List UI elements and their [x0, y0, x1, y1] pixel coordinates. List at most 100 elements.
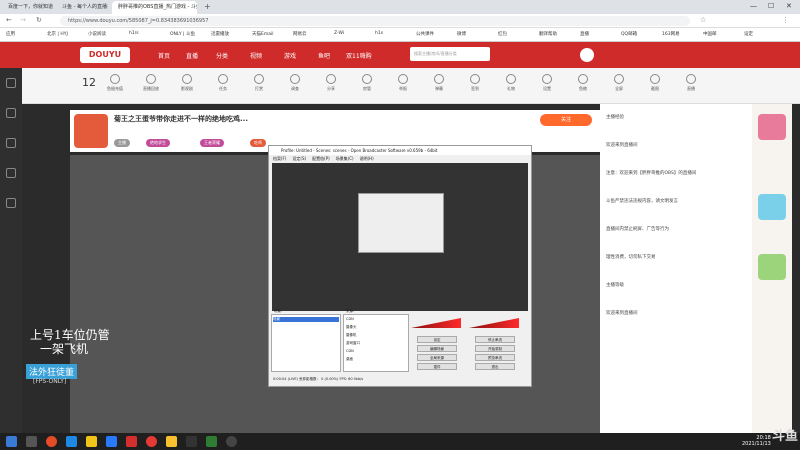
toolbar-tool[interactable]: 设置 [536, 74, 558, 92]
douyu-logo[interactable]: DOUYU [80, 47, 130, 63]
app-icon[interactable] [166, 436, 177, 447]
obs-button[interactable]: 编辑场景 [417, 345, 457, 352]
back-icon[interactable]: ← [6, 16, 12, 24]
bookmark-item[interactable]: QQ邮箱 [621, 31, 637, 37]
menu-icon[interactable]: ⋮ [782, 16, 789, 24]
video-icon[interactable] [6, 198, 16, 208]
nav-live[interactable]: 直播 [186, 51, 198, 60]
toolbar-tool[interactable]: 截图 [644, 74, 666, 92]
follow-button[interactable]: 关注 [540, 114, 592, 126]
search-input[interactable]: 搜索主播/房间/直播分类 [410, 47, 490, 61]
obs-menu-item[interactable]: 配置档(P) [312, 156, 330, 161]
app-icon[interactable] [126, 436, 137, 447]
bookmark-item[interactable]: 翻译帮助 [539, 31, 557, 37]
bookmark-item[interactable]: 迅雷播放 [211, 31, 229, 37]
obs-scenes-list[interactable]: 场景： 场景 [271, 309, 341, 372]
room-tag[interactable]: 主播 [114, 139, 130, 147]
excel-icon[interactable] [206, 436, 217, 447]
bookmark-item[interactable]: ONLY | 斗鱼 [170, 31, 195, 37]
streamer-avatar[interactable] [74, 114, 108, 148]
bookmark-item[interactable]: 红包 [498, 31, 507, 37]
source-item[interactable]: 游戏窗口 [346, 341, 360, 346]
bookmark-item[interactable]: h1s [375, 31, 383, 36]
nav-category[interactable]: 分类 [216, 51, 228, 60]
source-item[interactable]: 桌面 [346, 357, 353, 362]
obs-button[interactable]: 开始录制 [475, 345, 515, 352]
toolbar-tool[interactable]: 分享 [320, 74, 342, 92]
bookmark-item[interactable]: 小说阅读 [88, 31, 106, 37]
close-icon[interactable]: ✕ [786, 2, 792, 10]
netease-icon[interactable] [146, 436, 157, 447]
avatar[interactable] [580, 48, 594, 62]
browser-tab[interactable]: 斗鱼 - 每个人的直播平台 [56, 1, 108, 14]
store-icon[interactable] [106, 436, 117, 447]
bookmark-item[interactable]: 网易云 [293, 31, 307, 37]
nav-promo[interactable]: 双11嗨购 [346, 51, 372, 60]
toolbar-tool[interactable]: 全屏 [608, 74, 630, 92]
nav-fishbar[interactable]: 鱼吧 [318, 51, 330, 60]
bookmark-item[interactable]: 微博 [457, 31, 466, 37]
obs-button[interactable]: 退出 [475, 363, 515, 370]
toolbar-tool[interactable]: 房管 [356, 74, 378, 92]
source-item[interactable]: 摄像头 [346, 325, 357, 330]
folder-icon[interactable] [86, 436, 97, 447]
obs-button[interactable]: 预览串流 [475, 354, 515, 361]
follow-icon[interactable] [6, 108, 16, 118]
promo-badge-icon[interactable] [758, 254, 786, 280]
category-icon[interactable] [6, 138, 16, 148]
obs-menu-item[interactable]: 设定(S) [292, 156, 306, 161]
start-icon[interactable] [6, 436, 17, 447]
search-icon[interactable] [26, 436, 37, 447]
scene-item[interactable]: 场景 [273, 317, 339, 322]
bookmark-item[interactable]: 应用 [6, 31, 15, 37]
obs-button[interactable]: 插件 [417, 363, 457, 370]
bookmark-item[interactable]: h1/s [129, 31, 139, 36]
minimize-icon[interactable]: — [750, 2, 757, 10]
promo-badge-icon[interactable] [758, 114, 786, 140]
reload-icon[interactable]: ↻ [36, 16, 42, 24]
source-item[interactable]: CDN [346, 349, 354, 353]
source-item[interactable]: CDN [346, 317, 354, 321]
game-icon[interactable] [6, 168, 16, 178]
promo-badge-icon[interactable] [758, 194, 786, 220]
toolbar-tool[interactable]: 打赏 [248, 74, 270, 92]
toolbar-tool[interactable]: 签到 [464, 74, 486, 92]
toolbar-tool[interactable]: 调查 [284, 74, 306, 92]
room-tag[interactable]: 王者荣耀 [200, 139, 224, 147]
bookmark-item[interactable]: 设定 [744, 31, 753, 37]
toolbar-tool[interactable]: 礼物 [500, 74, 522, 92]
bookmark-item[interactable]: 中国邮 [703, 31, 717, 37]
obs-menu-item[interactable]: 场景集(C) [336, 156, 354, 161]
forward-icon[interactable]: → [20, 16, 26, 24]
toolbar-tool[interactable]: 影视剧 [176, 74, 198, 92]
toolbar-tool[interactable]: 鱼翅充值 [104, 74, 126, 92]
bookmark-item[interactable]: 163网易 [662, 31, 680, 37]
obs-menu-item[interactable]: 档案(F) [273, 156, 286, 161]
bookmark-item[interactable]: Z-Wi [334, 31, 344, 36]
room-tag[interactable]: 吃鸡 [250, 139, 266, 147]
obs-sources-list[interactable]: 来源： CDN 摄像头 摄像机 游戏窗口 CDN 桌面 [343, 309, 409, 372]
obs-button[interactable]: 全局来源 [417, 354, 457, 361]
nav-home[interactable]: 首页 [158, 51, 170, 60]
app-icon[interactable] [186, 436, 197, 447]
obs-menu-item[interactable]: 说明(H) [360, 156, 374, 161]
toolbar-tool[interactable]: 鱼粮 [572, 74, 594, 92]
browser-tab-active[interactable]: 胖胖哥推的OBS直播_热门游戏 - 斗鱼 [112, 1, 197, 14]
clock[interactable]: 20:18 2021/11/13 [742, 435, 771, 447]
url-input[interactable]: https://www.douyu.com/585087_j=0.8343836… [60, 16, 690, 26]
nav-game[interactable]: 游戏 [284, 51, 296, 60]
nav-video[interactable]: 视频 [250, 51, 262, 60]
obs-button[interactable]: 停止串流 [475, 336, 515, 343]
room-tag[interactable]: 绝地求生 [146, 139, 170, 147]
bookmark-item[interactable]: 北京 | HYJ [47, 31, 68, 37]
bookmark-item[interactable]: 天猫Email [252, 31, 274, 37]
star-icon[interactable]: ☆ [700, 16, 706, 24]
toolbar-tool[interactable]: 直播 [680, 74, 702, 92]
bookmark-item[interactable]: 公共课件 [416, 31, 434, 37]
toolbar-tool[interactable]: 弹幕 [428, 74, 450, 92]
edge-icon[interactable] [66, 436, 77, 447]
bookmark-item[interactable]: 直播 [580, 31, 589, 37]
obs-button[interactable]: 设定 [417, 336, 457, 343]
home-icon[interactable] [6, 78, 16, 88]
chrome-icon[interactable] [46, 436, 57, 447]
